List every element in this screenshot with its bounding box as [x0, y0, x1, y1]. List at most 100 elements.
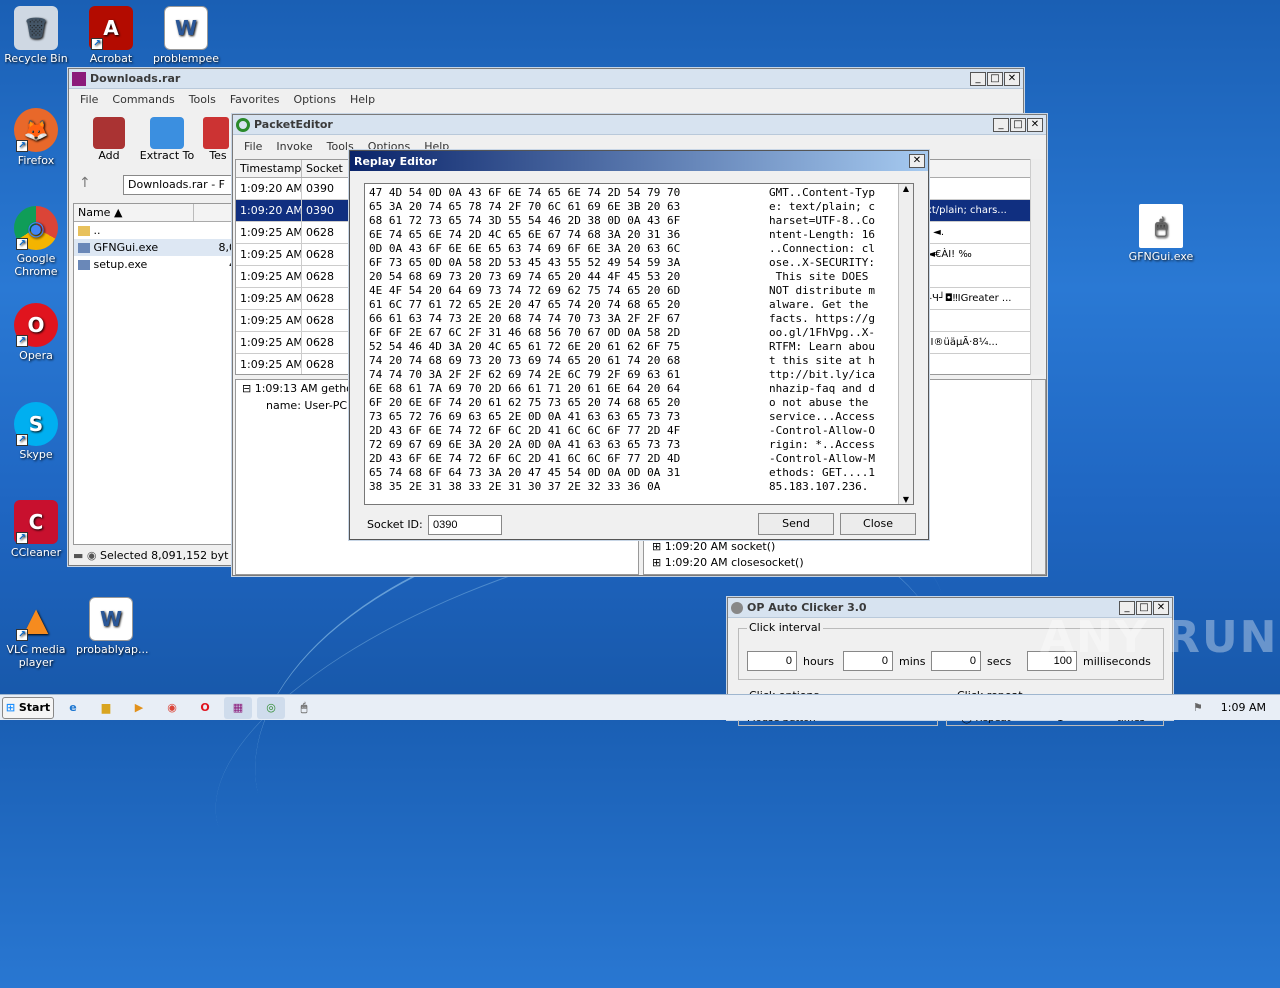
taskbar-ie-icon[interactable]: e — [59, 697, 87, 719]
hex-bytes: 6E 74 65 6E 74 2D 4C 65 6E 67 74 68 3A 2… — [369, 228, 681, 241]
desktop-icon-label: Opera — [19, 349, 53, 362]
vlc-cone-icon: ▲ ↗ — [14, 597, 58, 641]
up-arrow-icon[interactable]: ↑ — [79, 175, 91, 191]
maximize-button[interactable]: □ — [1010, 117, 1026, 132]
file-row[interactable]: setup.exe4 — [74, 256, 236, 273]
add-button[interactable]: Add — [79, 117, 139, 162]
desktop-icon-firefox[interactable]: 🦊 ↗ Firefox — [1, 108, 71, 167]
close-button[interactable]: ✕ — [1004, 71, 1020, 86]
mins-input[interactable] — [843, 651, 893, 671]
cell-data-preview: ╤—Ч┘◘‼IGreater ... — [916, 293, 1012, 304]
column-header-socket[interactable]: Socket — [302, 160, 352, 177]
path-field[interactable]: Downloads.rar - F — [123, 175, 235, 195]
hex-ascii: rigin: *..Access — [769, 438, 875, 451]
menu-invoke[interactable]: Invoke — [269, 140, 319, 153]
cell-data-preview — [912, 354, 1032, 374]
hex-line: 65 74 68 6F 64 73 3A 20 47 45 54 0D 0A 0… — [369, 466, 875, 480]
desktop-icon-label: Firefox — [17, 154, 55, 167]
menu-file[interactable]: File — [73, 93, 105, 106]
close-button[interactable]: ✕ — [909, 154, 925, 168]
tree-node[interactable]: ⊞ 1:09:20 AM closesocket() — [652, 556, 804, 569]
hex-editor[interactable]: 47 4D 54 0D 0A 43 6F 6E 74 65 6E 74 2D 5… — [364, 183, 914, 505]
desktop-icon-probablyap[interactable]: W probablyap... — [76, 597, 149, 656]
file-row[interactable]: GFNGui.exe 8,0 — [74, 239, 236, 256]
taskbar-explorer-icon[interactable]: ▆ — [92, 697, 120, 719]
desktop-icon-opera[interactable]: O ↗ Opera — [1, 303, 71, 362]
firefox-icon: 🦊 ↗ — [14, 108, 58, 152]
cell-socket: 0628 — [302, 266, 352, 287]
hex-ascii: t this site at h — [769, 354, 875, 367]
scroll-down-icon[interactable]: ▼ — [899, 495, 913, 504]
desktop-icon-vlc[interactable]: ▲ ↗ VLC media player — [1, 597, 71, 669]
hex-bytes: 2D 43 6F 6E 74 72 6F 6C 2D 41 6C 6C 6F 7… — [369, 452, 681, 465]
folder-icon — [78, 225, 90, 236]
cell-socket: 0628 — [302, 310, 352, 331]
desktop-icon-gfngui[interactable]: 🖱 GFNGui.exe — [1126, 204, 1196, 263]
desktop-icon-skype[interactable]: S ↗ Skype — [1, 402, 71, 461]
packeteditor-app-icon — [236, 117, 250, 132]
hex-line: 47 4D 54 0D 0A 43 6F 6E 74 65 6E 74 2D 5… — [369, 186, 875, 200]
minimize-button[interactable]: _ — [993, 117, 1009, 132]
hex-bytes: 52 54 46 4D 3A 20 4C 65 61 72 6E 20 61 6… — [369, 340, 681, 353]
exe-icon — [78, 259, 90, 270]
file-row[interactable]: .. — [74, 222, 236, 239]
desktop-icon-problempee[interactable]: W problempee — [151, 6, 221, 65]
desktop-icon-label: Skype — [19, 448, 53, 461]
hex-line: 65 3A 20 74 65 78 74 2F 70 6C 61 69 6E 3… — [369, 200, 875, 214]
cell-timestamp: 1:09:25 AM — [236, 332, 302, 353]
cell-socket: 0628 — [302, 332, 352, 353]
start-button[interactable]: ⊞ Start — [2, 696, 54, 719]
tray-flag-icon[interactable]: ⚑ — [1193, 701, 1203, 714]
menu-file[interactable]: File — [237, 140, 269, 153]
hex-ascii: RTFM: Learn abou — [769, 340, 875, 353]
desktop-icon-acrobat[interactable]: A ↗ Acrobat — [76, 6, 146, 65]
hex-bytes: 4E 4F 54 20 64 69 73 74 72 69 62 75 74 6… — [369, 284, 681, 297]
taskbar-chrome-icon[interactable]: ◉ — [158, 697, 186, 719]
column-header-name[interactable]: Name ▲ — [74, 204, 194, 221]
hex-ascii: ttp://bit.ly/ica — [769, 368, 875, 381]
close-dialog-button[interactable]: Close — [840, 513, 916, 535]
desktop-icon-recycle-bin[interactable]: 🗑 Recycle Bin — [1, 6, 71, 65]
system-clock[interactable]: 1:09 AM — [1221, 701, 1266, 714]
secs-input[interactable] — [931, 651, 981, 671]
desktop-icon-label: probablyap... — [76, 643, 149, 656]
maximize-button[interactable]: □ — [987, 71, 1003, 86]
tree-scrollbar[interactable] — [1031, 380, 1045, 574]
column-header-timestamp[interactable]: Timestamp — [236, 160, 302, 177]
taskbar-winrar-icon[interactable]: ▦ — [224, 696, 252, 719]
anyrun-watermark: ANY RUN — [1040, 612, 1279, 663]
taskbar-mouse-icon[interactable]: 🖱 — [290, 697, 318, 719]
menu-commands[interactable]: Commands — [105, 93, 181, 106]
winrar-titlebar[interactable]: Downloads.rar _ □ ✕ — [69, 69, 1023, 89]
hex-bytes: 6F 73 65 0D 0A 58 2D 53 45 43 55 52 49 5… — [369, 256, 681, 269]
cell-socket: 0628 — [302, 288, 352, 309]
scroll-up-icon[interactable]: ▲ — [899, 184, 913, 193]
menu-help[interactable]: Help — [343, 93, 382, 106]
send-button[interactable]: Send — [758, 513, 834, 535]
taskbar-media-icon[interactable]: ▶ — [125, 697, 153, 719]
acrobat-icon: A ↗ — [89, 6, 133, 50]
packet-list-scrollbar[interactable] — [1030, 159, 1044, 375]
hours-input[interactable] — [747, 651, 797, 671]
taskbar-opera-icon[interactable]: O — [191, 697, 219, 719]
hex-line: 6E 68 61 7A 69 70 2D 66 61 71 20 61 6E 6… — [369, 382, 875, 396]
desktop-icon-ccleaner[interactable]: C ↗ CCleaner — [1, 500, 71, 559]
taskbar-packeteditor-icon[interactable]: ◎ — [257, 696, 285, 719]
desktop-icon-chrome[interactable]: ◉ ↗ Google Chrome — [1, 206, 71, 278]
close-button[interactable]: ✕ — [1027, 117, 1043, 132]
desktop-icon-label: problempee — [152, 52, 220, 65]
menu-favorites[interactable]: Favorites — [223, 93, 287, 106]
replay-editor-titlebar[interactable]: Replay Editor ✕ — [350, 151, 928, 171]
hex-bytes: 66 61 63 74 73 2E 20 68 74 74 70 73 3A 2… — [369, 312, 681, 325]
minimize-button[interactable]: _ — [970, 71, 986, 86]
hex-scrollbar[interactable]: ▲ ▼ — [898, 184, 913, 504]
hex-ascii: 85.183.107.236. — [769, 480, 869, 493]
hex-line: 74 20 74 68 69 73 20 73 69 74 65 20 61 7… — [369, 354, 875, 368]
extract-to-button[interactable]: Extract To — [137, 117, 197, 162]
test-button[interactable]: Tes — [203, 117, 233, 162]
menu-tools[interactable]: Tools — [182, 93, 223, 106]
packeteditor-titlebar[interactable]: PacketEditor _ □ ✕ — [233, 115, 1046, 135]
socket-id-input[interactable] — [428, 515, 502, 535]
tree-node[interactable]: ⊞ 1:09:20 AM socket() — [652, 540, 775, 553]
menu-options[interactable]: Options — [287, 93, 343, 106]
